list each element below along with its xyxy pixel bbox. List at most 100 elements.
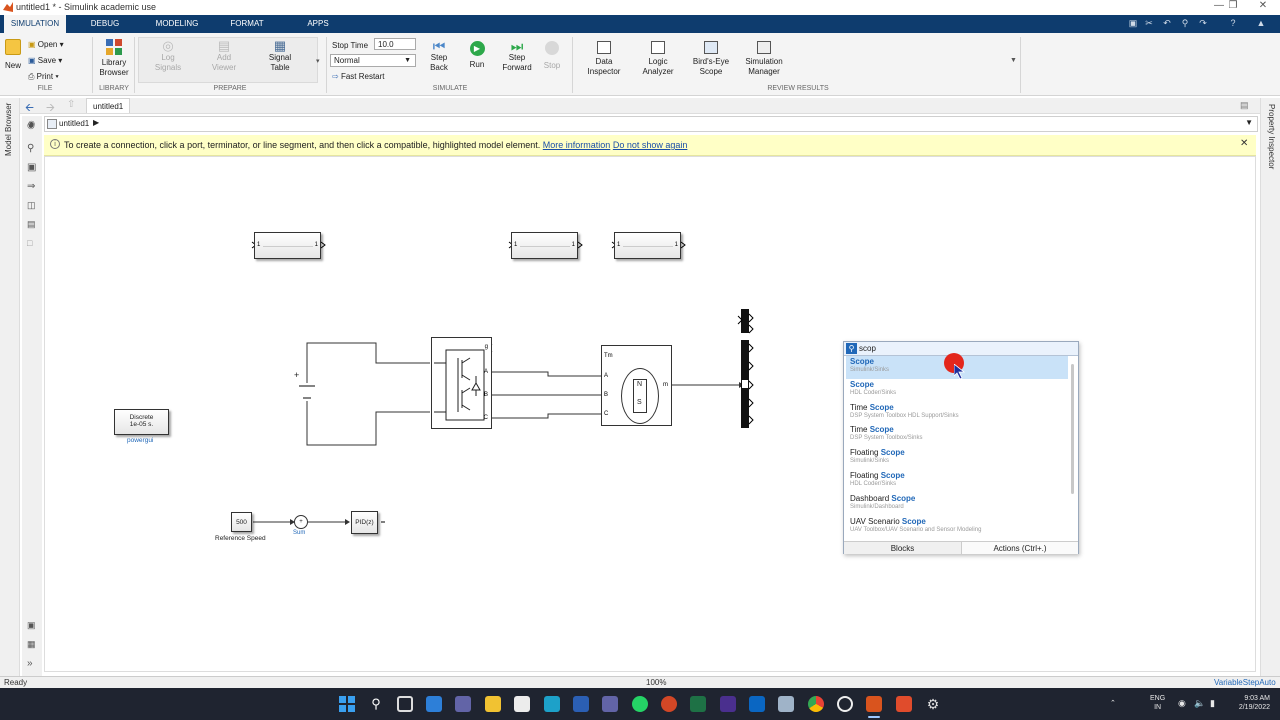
chrome-icon[interactable]: [808, 696, 824, 712]
result-item[interactable]: Dashboard Scope Simulink/Dashboard: [846, 493, 1068, 516]
tab-actions[interactable]: Actions (Ctrl+.): [962, 541, 1078, 554]
result-item[interactable]: Time Scope DSP System Toolbox/Sinks: [846, 424, 1068, 447]
log-signals-button[interactable]: ◎ Log Signals: [148, 39, 188, 73]
close-button[interactable]: ✕: [1250, 0, 1276, 11]
quick-insert-search[interactable]: ⚲ scop: [844, 342, 1078, 356]
widgets-icon[interactable]: [426, 696, 442, 712]
search-quick-icon[interactable]: ⚲: [1178, 18, 1192, 30]
model-browser-label[interactable]: Model Browser: [4, 103, 13, 156]
settings-icon[interactable]: ⚙: [925, 696, 941, 712]
simulation-manager-button[interactable]: Simulation Manager: [740, 41, 788, 77]
fast-restart-toggle[interactable]: ⇨ Fast Restart: [332, 72, 392, 82]
teams-icon[interactable]: [602, 696, 618, 712]
area-icon[interactable]: □: [27, 238, 32, 248]
file-explorer-icon[interactable]: [485, 696, 501, 712]
save-button[interactable]: ▣ Save ▾: [28, 56, 78, 66]
video-app-icon[interactable]: [896, 696, 912, 712]
powergui-block[interactable]: Discrete 1e-05 s.: [114, 409, 169, 435]
word-icon[interactable]: [573, 696, 589, 712]
powergui-name[interactable]: powergui: [127, 437, 153, 444]
do-not-show-link[interactable]: Do not show again: [613, 140, 688, 150]
network-icon[interactable]: ◉: [1178, 698, 1186, 709]
prepare-expand-icon[interactable]: ▾: [316, 57, 320, 65]
result-item[interactable]: Floating Scope Simulink/Sinks: [846, 447, 1068, 470]
explorer-icon[interactable]: ▦: [27, 639, 36, 650]
help-icon[interactable]: ?: [1226, 18, 1240, 30]
tab-simulation[interactable]: SIMULATION: [4, 15, 66, 33]
constant-block[interactable]: 500: [231, 512, 252, 532]
path-arrow-icon[interactable]: ▶: [93, 118, 99, 127]
upper-block-3[interactable]: 1 1: [614, 232, 681, 259]
fit-to-view-icon[interactable]: ▣: [27, 162, 36, 173]
battery-icon[interactable]: ▮: [1210, 698, 1215, 709]
solver-name[interactable]: VariableStepAuto: [1214, 678, 1276, 687]
store-icon[interactable]: [514, 696, 530, 712]
open-button[interactable]: ▣ Open ▾: [28, 40, 78, 50]
tab-blocks[interactable]: Blocks: [844, 541, 962, 554]
upper-block-2[interactable]: 1 1: [511, 232, 578, 259]
matlab-taskbar-icon[interactable]: [866, 696, 882, 712]
stop-button[interactable]: Stop: [540, 41, 564, 71]
model-browser-bar[interactable]: Model Browser: [0, 98, 20, 678]
upper-block-1[interactable]: 1 1: [254, 232, 321, 259]
run-button[interactable]: ▶ Run: [464, 41, 490, 70]
sum-block[interactable]: +: [294, 515, 308, 529]
undo-quick-icon[interactable]: ↶: [1160, 18, 1174, 30]
save-quick-icon[interactable]: ▣: [1126, 18, 1140, 30]
address-path[interactable]: untitled1: [59, 119, 89, 128]
up-icon[interactable]: ⇧: [67, 99, 75, 110]
screenshot-icon[interactable]: ▣: [27, 620, 36, 631]
tray-overflow-icon[interactable]: ⌃: [1110, 699, 1116, 707]
library-browser-button[interactable]: Library Browser: [96, 39, 132, 78]
step-forward-button[interactable]: ⏭ Step Forward: [500, 39, 534, 73]
data-inspector-button[interactable]: Data Inspector: [584, 41, 624, 77]
redo-quick-icon[interactable]: ↷: [1196, 18, 1210, 30]
address-dropdown-icon[interactable]: ▼: [1245, 118, 1253, 127]
more-information-link[interactable]: More information: [543, 140, 611, 150]
excel-icon[interactable]: [690, 696, 706, 712]
review-expand-icon[interactable]: ▼: [1010, 57, 1017, 64]
restore-button[interactable]: ❐: [1220, 0, 1246, 11]
tab-menu-icon[interactable]: ▤: [1240, 100, 1249, 111]
task-view-icon[interactable]: [397, 696, 413, 712]
expand-icon[interactable]: ▲: [1254, 18, 1268, 30]
clock[interactable]: 9:03 AM 2/19/2022: [1228, 694, 1270, 712]
xbox-icon[interactable]: [837, 696, 853, 712]
zoom-icon[interactable]: ⚲: [27, 143, 34, 154]
annotation-icon[interactable]: ◫: [27, 200, 36, 211]
property-inspector-bar[interactable]: Property Inspector: [1260, 98, 1280, 678]
address-bar[interactable]: untitled1 ▶ ▼: [44, 116, 1258, 132]
close-icon[interactable]: ✕: [1240, 138, 1248, 149]
result-item[interactable]: Time Scope DSP System Toolbox HDL Support…: [846, 402, 1068, 425]
search-query[interactable]: scop: [859, 344, 876, 353]
constant-name[interactable]: Reference Speed: [215, 535, 266, 542]
chat-icon[interactable]: [455, 696, 471, 712]
cut-quick-icon[interactable]: ✂: [1142, 18, 1156, 30]
tab-format[interactable]: FORMAT: [222, 15, 272, 33]
monitor-app-icon[interactable]: [544, 696, 560, 712]
simulation-mode-select[interactable]: Normal ▼: [330, 54, 416, 67]
property-inspector-label[interactable]: Property Inspector: [1267, 104, 1276, 169]
amazon-music-icon[interactable]: [720, 696, 736, 712]
volume-icon[interactable]: 🔈: [1194, 698, 1205, 709]
windows-start-icon[interactable]: [339, 696, 355, 712]
new-button[interactable]: New: [4, 39, 22, 71]
print-button[interactable]: ⎙ Print ▾: [28, 72, 78, 82]
model-tab[interactable]: untitled1: [86, 98, 131, 113]
signal-table-button[interactable]: ▦ Signal Table: [260, 39, 300, 73]
logic-analyzer-button[interactable]: Logic Analyzer: [636, 41, 680, 77]
pm-machine-block[interactable]: Tm A B C m N S: [601, 345, 672, 426]
language-indicator[interactable]: ENG IN: [1150, 694, 1165, 712]
search-icon[interactable]: ⚲: [368, 696, 384, 712]
whatsapp-icon[interactable]: [632, 696, 648, 712]
add-viewer-button[interactable]: ▤ Add Viewer: [204, 39, 244, 73]
more-icon[interactable]: »: [27, 658, 33, 669]
result-item[interactable]: UAV Scenario Scope UAV Toolbox/UAV Scenar…: [846, 516, 1068, 539]
linkedin-icon[interactable]: [749, 696, 765, 712]
results-scrollbar[interactable]: [1071, 364, 1074, 494]
arrow-icon[interactable]: ⇒: [27, 181, 35, 192]
tab-modeling[interactable]: MODELING: [148, 15, 206, 33]
step-back-button[interactable]: ⏮ Step Back: [424, 39, 454, 73]
result-item[interactable]: Floating Scope HDL Coder/Sinks: [846, 470, 1068, 493]
birds-eye-scope-button[interactable]: Bird's-Eye Scope: [690, 41, 732, 77]
